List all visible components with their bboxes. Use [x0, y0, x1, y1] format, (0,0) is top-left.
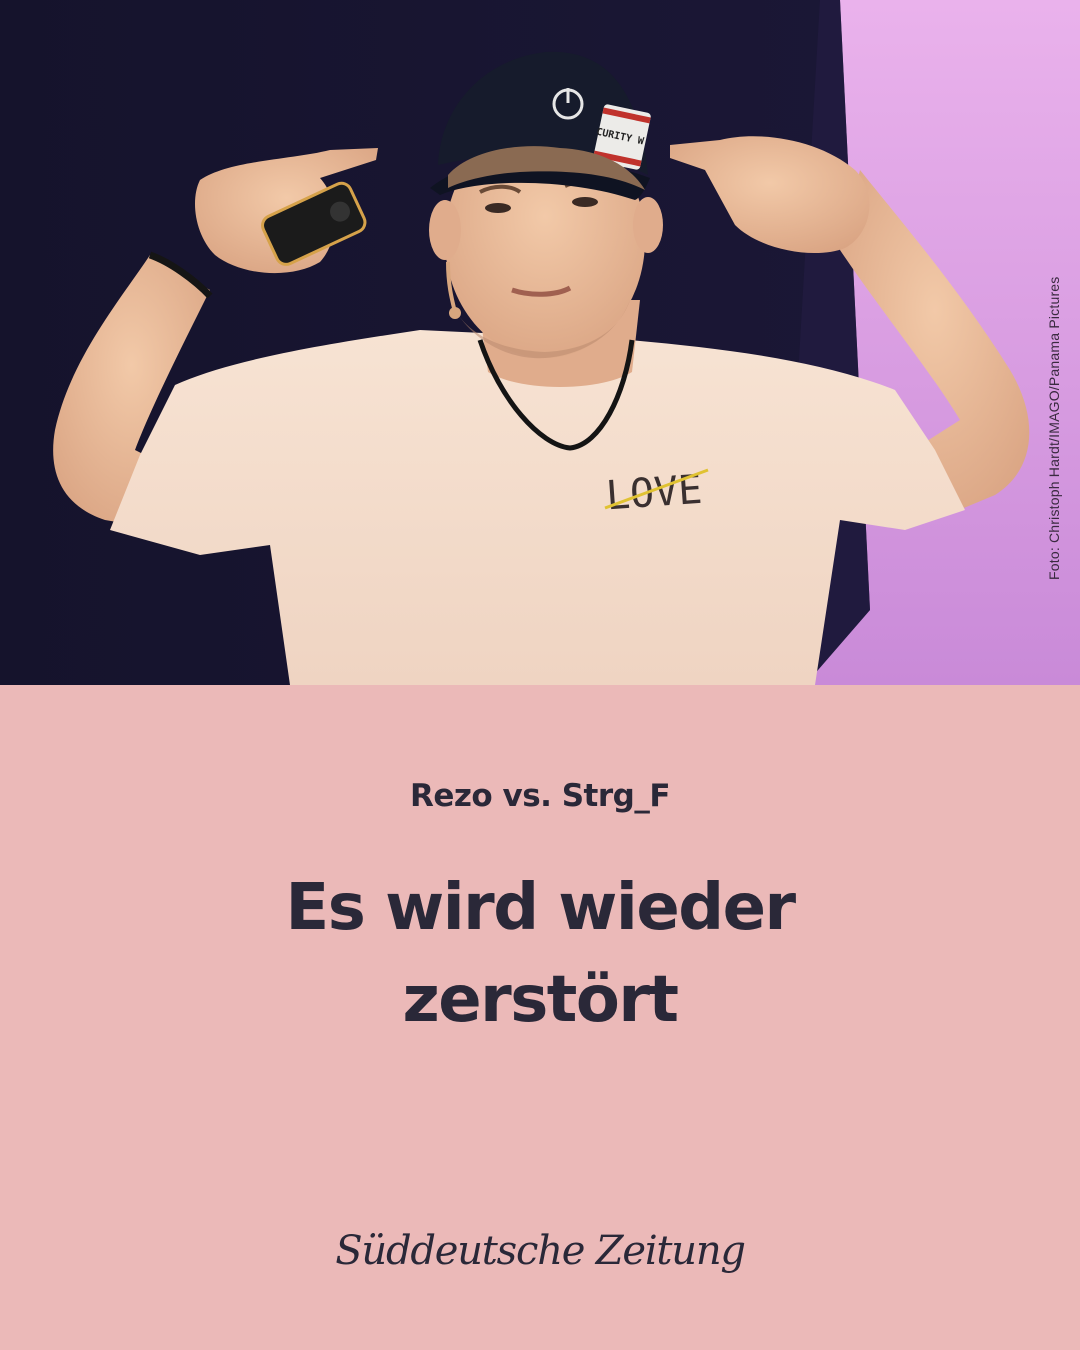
shirt-print: LOVE [604, 467, 703, 520]
photo-credit: Foto: Christoph Hardt/IMAGO/Panama Pictu… [1046, 276, 1062, 581]
post-card: LOVE CURITY W Foto: Christoph Hardt/IMAG… [0, 0, 1080, 1350]
headline: Es wird wieder zerstört [285, 871, 796, 1037]
kicker: Rezo vs. Strg_F [409, 778, 671, 814]
sueddeutsche-zeitung-logo: Süddeutsche Zeitung [335, 1228, 746, 1274]
hero-photo: LOVE CURITY W Foto: Christoph Hardt/IMAG… [0, 0, 1080, 685]
photo-illustration: LOVE CURITY W [0, 0, 1080, 685]
